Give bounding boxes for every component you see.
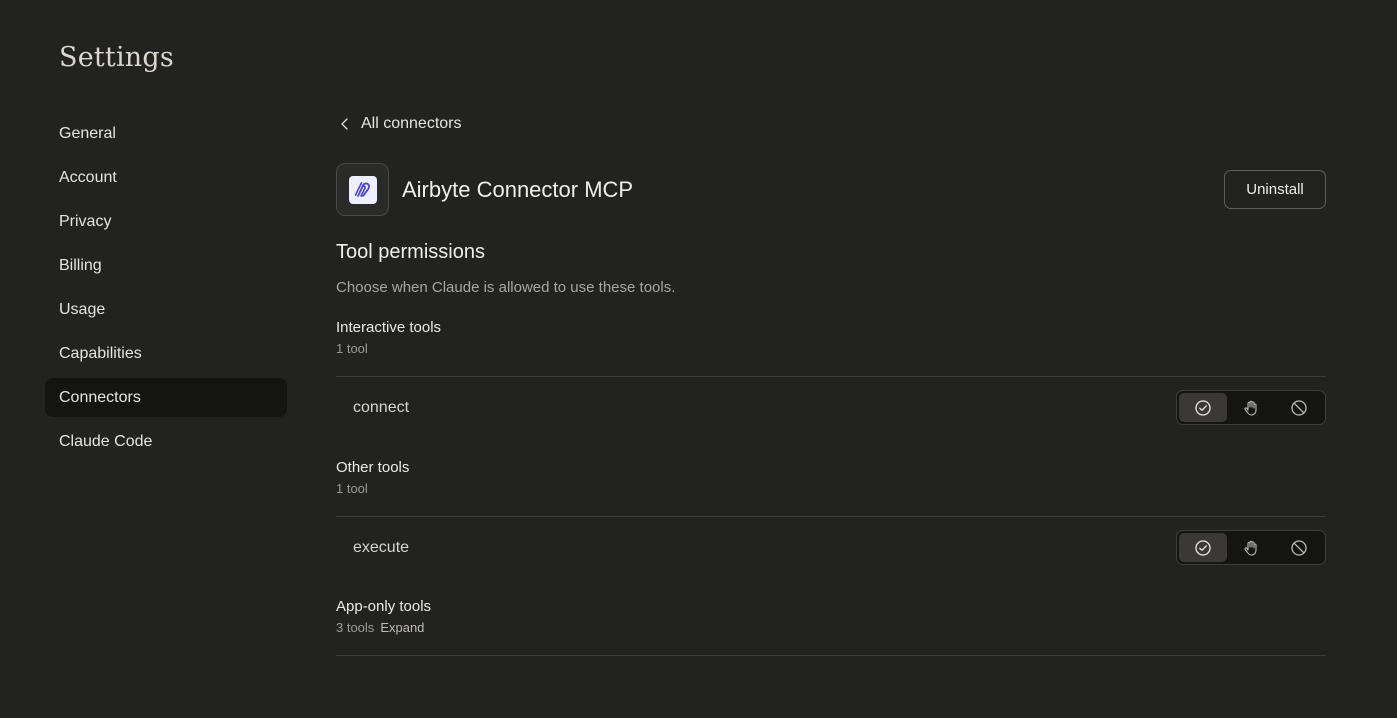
block-icon — [1291, 539, 1307, 556]
sidebar-item-capabilities[interactable]: Capabilities — [45, 334, 287, 373]
connector-name: Airbyte Connector MCP — [402, 176, 634, 202]
tool-row-execute: execute — [336, 530, 1326, 566]
settings-sidebar: General Account Privacy Billing Usage Ca… — [45, 114, 287, 466]
connector-header: Airbyte Connector MCP Uninstall — [336, 163, 1326, 216]
tool-name: connect — [353, 399, 410, 416]
check-circle-icon — [1195, 539, 1211, 556]
tool-permissions-title: Tool permissions — [336, 241, 485, 263]
permission-toggle — [1176, 390, 1326, 425]
chevron-left-icon — [341, 118, 348, 130]
check-circle-icon — [1195, 399, 1211, 416]
expand-button[interactable]: Expand — [380, 620, 424, 635]
tool-group-other: Other tools 1 tool — [336, 458, 1326, 497]
always-allow-option[interactable] — [1179, 533, 1227, 562]
sidebar-item-usage[interactable]: Usage — [45, 290, 287, 329]
airbyte-logo-icon — [348, 175, 377, 204]
hand-icon — [1244, 400, 1257, 416]
needs-approval-option[interactable] — [1227, 533, 1275, 562]
tool-group-interactive: Interactive tools 1 tool — [336, 318, 1326, 357]
sidebar-item-billing[interactable]: Billing — [45, 246, 287, 285]
divider — [336, 516, 1326, 517]
sidebar-item-privacy[interactable]: Privacy — [45, 202, 287, 241]
tool-group-title: Other tools — [336, 459, 410, 476]
divider — [336, 376, 1326, 377]
tool-group-count: 1 tool — [336, 341, 368, 356]
block-icon — [1291, 399, 1307, 416]
needs-approval-option[interactable] — [1227, 393, 1275, 422]
tool-count-label: 3 tools — [336, 620, 375, 635]
back-link-label: All connectors — [361, 115, 462, 132]
blocked-option[interactable] — [1275, 533, 1323, 562]
blocked-option[interactable] — [1275, 393, 1323, 422]
tool-group-title: Interactive tools — [336, 319, 442, 336]
tool-group-app-only: App-only tools 3 tools Expand — [336, 597, 1326, 636]
sidebar-item-account[interactable]: Account — [45, 158, 287, 197]
tool-permissions-description: Choose when Claude is allowed to use the… — [336, 279, 676, 296]
hand-icon — [1244, 540, 1257, 556]
always-allow-option[interactable] — [1179, 393, 1227, 422]
tool-row-connect: connect — [336, 390, 1326, 426]
uninstall-button[interactable]: Uninstall — [1224, 170, 1326, 209]
divider — [336, 655, 1326, 656]
tool-group-title: App-only tools — [336, 598, 432, 615]
page-title: Settings — [59, 42, 174, 73]
sidebar-item-connectors[interactable]: Connectors — [45, 378, 287, 417]
tool-name: execute — [353, 539, 410, 556]
sidebar-item-general[interactable]: General — [45, 114, 287, 153]
tool-group-count: 3 tools Expand — [336, 620, 1326, 636]
tool-group-count: 1 tool — [336, 481, 368, 496]
sidebar-item-claude-code[interactable]: Claude Code — [45, 422, 287, 461]
back-to-all-connectors-link[interactable]: All connectors — [336, 114, 462, 134]
connector-logo — [336, 163, 389, 216]
permission-toggle — [1176, 530, 1326, 565]
